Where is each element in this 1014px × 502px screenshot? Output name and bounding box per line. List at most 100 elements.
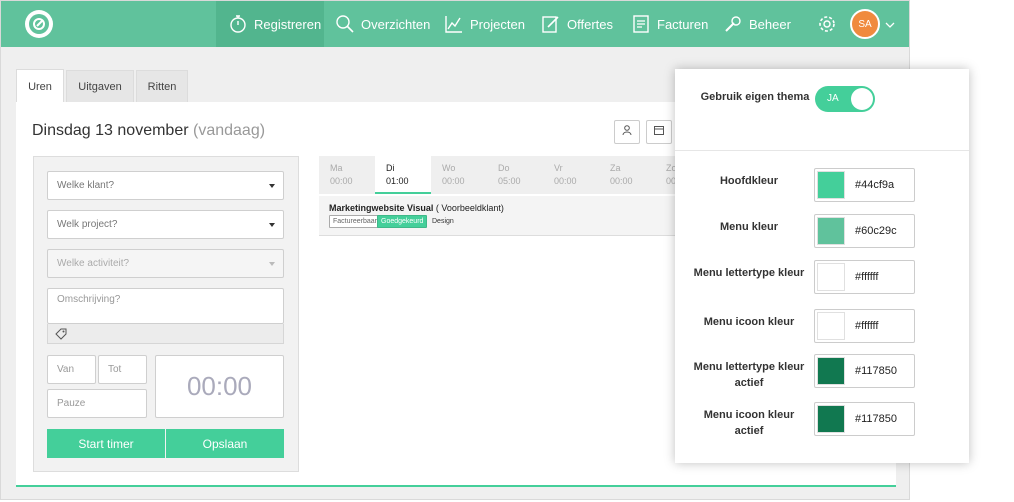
save-button[interactable]: Opslaan (166, 429, 284, 458)
nav-label: Projecten (470, 16, 525, 32)
color-value: #ffffff (855, 320, 879, 332)
main-color-field[interactable]: #44cf9a (814, 168, 915, 202)
to-placeholder: Tot (108, 364, 122, 375)
menu-font-color-field[interactable]: #ffffff (814, 260, 915, 294)
day-name: Ma (330, 163, 343, 173)
nav-item-registreren[interactable]: Registreren (216, 1, 324, 47)
toggle-label: JA (827, 93, 839, 104)
logo-icon (29, 14, 49, 34)
app-logo[interactable] (25, 10, 53, 38)
entry-title: Marketingwebsite Visual ( Voorbeeldklant… (329, 203, 504, 213)
tab-uitgaven[interactable]: Uitgaven (66, 70, 134, 102)
color-swatch[interactable] (817, 405, 845, 433)
start-timer-button[interactable]: Start timer (47, 429, 165, 458)
own-theme-label: Gebruik eigen thema (700, 91, 810, 103)
activity-placeholder: Welke activiteit? (57, 258, 130, 269)
nav-item-facturen[interactable]: Facturen (631, 1, 708, 47)
menu-icon-color-active-field[interactable]: #117850 (814, 402, 915, 436)
user-icon (621, 123, 633, 141)
nav-label: Beheer (749, 16, 791, 32)
tag-billable: Factureerbaar (329, 215, 381, 228)
entry-project: Marketingwebsite Visual (329, 203, 434, 213)
to-input[interactable]: Tot (98, 355, 147, 384)
date-title-text: Dinsdag 13 november (32, 122, 189, 139)
user-view-button[interactable] (614, 120, 640, 144)
calendar-icon (653, 123, 665, 141)
activity-select[interactable]: Welke activiteit? (47, 249, 284, 278)
menu-font-color-active-field[interactable]: #117850 (814, 354, 915, 388)
pause-input[interactable]: Pauze (47, 389, 147, 418)
description-textarea[interactable]: Omschrijving? (47, 288, 284, 324)
color-swatch[interactable] (817, 171, 845, 199)
stopwatch-icon (228, 14, 248, 34)
color-swatch[interactable] (817, 357, 845, 385)
caret-down-icon (269, 184, 275, 188)
day-tab-ma[interactable]: Ma 00:00 (319, 156, 375, 194)
menu-icon-color-label: Menu icoon kleur (703, 316, 795, 328)
day-hours: 05:00 (498, 176, 521, 186)
day-name: Za (610, 163, 621, 173)
client-select[interactable]: Welke klant? (47, 171, 284, 200)
description-placeholder: Omschrijving? (57, 294, 121, 305)
from-placeholder: Van (57, 364, 75, 375)
menu-font-color-active-label: Menu lettertype kleur actief (693, 361, 805, 389)
nav-label: Offertes (567, 16, 614, 32)
menu-icon-color-active-label: Menu icoon kleur actief (703, 409, 795, 437)
project-select[interactable]: Welk project? (47, 210, 284, 239)
tag-bar[interactable] (47, 324, 284, 344)
nav-item-beheer[interactable]: Beheer (723, 1, 791, 47)
client-placeholder: Welke klant? (57, 180, 115, 191)
color-value: #117850 (855, 413, 898, 425)
nav-item-offertes[interactable]: Offertes (541, 1, 613, 47)
day-tab-za[interactable]: Za 00:00 (599, 156, 655, 194)
gear-icon[interactable] (816, 13, 838, 35)
wrench-icon (723, 14, 743, 34)
entry-activity: Design (432, 218, 454, 225)
day-hours: 00:00 (610, 176, 633, 186)
color-value: #117850 (855, 365, 898, 377)
tag-icon[interactable] (55, 327, 67, 345)
nav-label: Registreren (254, 16, 322, 32)
day-tab-wo[interactable]: Wo 00:00 (431, 156, 487, 194)
tab-uren[interactable]: Uren (16, 69, 64, 103)
menu-icon-color-field[interactable]: #ffffff (814, 309, 915, 343)
nav-item-overzichten[interactable]: Overzichten (335, 1, 430, 47)
menu-color-field[interactable]: #60c29c (814, 214, 915, 248)
color-value: #44cf9a (855, 179, 895, 191)
divider (675, 150, 969, 151)
color-swatch[interactable] (817, 312, 845, 340)
day-name: Vr (554, 163, 563, 173)
toggle-knob (851, 88, 873, 110)
day-hours: 00:00 (554, 176, 577, 186)
avatar[interactable]: SA (850, 9, 880, 39)
entry-client: ( Voorbeeldklant) (435, 203, 504, 213)
chevron-down-icon[interactable] (884, 18, 896, 30)
color-swatch[interactable] (817, 217, 845, 245)
nav-item-projecten[interactable]: Projecten (444, 1, 525, 47)
main-color-label: Hoofdkleur (719, 175, 779, 187)
calendar-view-button[interactable] (646, 120, 672, 144)
caret-down-icon (269, 223, 275, 227)
project-placeholder: Welk project? (57, 219, 118, 230)
color-value: #ffffff (855, 271, 879, 283)
color-swatch[interactable] (817, 263, 845, 291)
nav-label: Facturen (657, 16, 709, 32)
edit-document-icon (541, 14, 561, 34)
chart-icon (444, 14, 464, 34)
search-icon (335, 14, 355, 34)
menu-font-color-label: Menu lettertype kleur (693, 267, 805, 279)
day-name: Di (386, 163, 395, 173)
timer-display: 00:00 (155, 355, 284, 418)
caret-down-icon (269, 262, 275, 266)
day-tab-di[interactable]: Di 01:00 (375, 156, 431, 194)
nav-label: Overzichten (361, 16, 431, 32)
day-name: Do (498, 163, 510, 173)
from-input[interactable]: Van (47, 355, 96, 384)
day-tab-vr[interactable]: Vr 00:00 (543, 156, 599, 194)
page-title: Dinsdag 13 november (vandaag) (32, 122, 265, 140)
own-theme-toggle[interactable]: JA (815, 86, 875, 112)
date-suffix: (vandaag) (193, 122, 266, 139)
tab-ritten[interactable]: Ritten (136, 70, 188, 102)
color-value: #60c29c (855, 225, 897, 237)
day-tab-do[interactable]: Do 05:00 (487, 156, 543, 194)
